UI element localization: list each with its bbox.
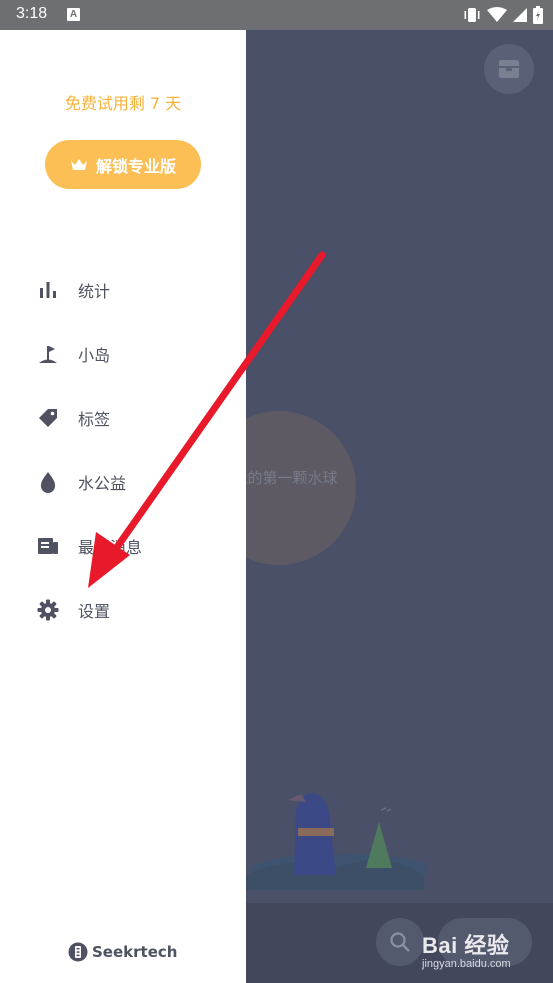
navigation-drawer: 免费试用剩 7 天 解锁专业版 统计 小岛 标签 水公益 最新消息 设置 See…: [0, 30, 246, 983]
crown-icon: [70, 158, 87, 170]
flag-icon: [36, 342, 60, 366]
water-drop-icon: [36, 470, 60, 494]
baidu-watermark: Bai 经验 jingyan.baidu.com: [422, 928, 511, 970]
menu-label-settings: 设置: [78, 602, 111, 621]
mountain-scene-illustration: [246, 793, 426, 890]
menu-label-tags: 标签: [78, 410, 111, 429]
menu-item-island[interactable]: 小岛: [36, 334, 110, 374]
archive-icon: [499, 60, 519, 78]
notification-icon: A: [67, 8, 80, 21]
brand-name: Seekrtech: [92, 943, 178, 961]
news-icon: [36, 534, 60, 558]
menu-item-tags[interactable]: 标签: [36, 398, 110, 438]
watermark-sub: jingyan.baidu.com: [422, 958, 511, 970]
watermark-main: Bai 经验: [422, 933, 510, 958]
menu-item-settings[interactable]: 设置: [36, 590, 110, 630]
trial-text: 免费试用剩 7 天: [64, 94, 182, 113]
status-bar: 3:18 A: [0, 0, 553, 30]
archive-button[interactable]: [484, 44, 534, 94]
search-icon: [390, 932, 410, 952]
bar-chart-icon: [36, 278, 60, 302]
menu-label-water-charity: 水公益: [78, 474, 127, 493]
seekrtech-logo-icon: [68, 942, 88, 962]
vibrate-icon: [464, 8, 480, 22]
menu-item-water-charity[interactable]: 水公益: [36, 462, 126, 502]
search-button[interactable]: [376, 918, 424, 966]
tag-icon: [36, 406, 60, 430]
menu-label-statistics: 统计: [78, 282, 111, 301]
menu-item-news[interactable]: 最新消息: [36, 526, 142, 566]
status-time: 3:18: [16, 5, 48, 22]
unlock-pro-label: 解锁专业版: [95, 156, 176, 176]
menu-label-news: 最新消息: [78, 538, 143, 557]
unlock-pro-button[interactable]: 解锁专业版: [45, 140, 201, 189]
seekrtech-logo: Seekrtech: [68, 941, 177, 963]
menu-label-island: 小岛: [78, 346, 111, 365]
status-icons: [463, 6, 543, 24]
signal-icon: [513, 8, 527, 22]
battery-icon: [533, 6, 543, 24]
menu-item-statistics[interactable]: 统计: [36, 270, 110, 310]
gear-icon: [36, 598, 60, 622]
wifi-icon: [487, 7, 507, 22]
